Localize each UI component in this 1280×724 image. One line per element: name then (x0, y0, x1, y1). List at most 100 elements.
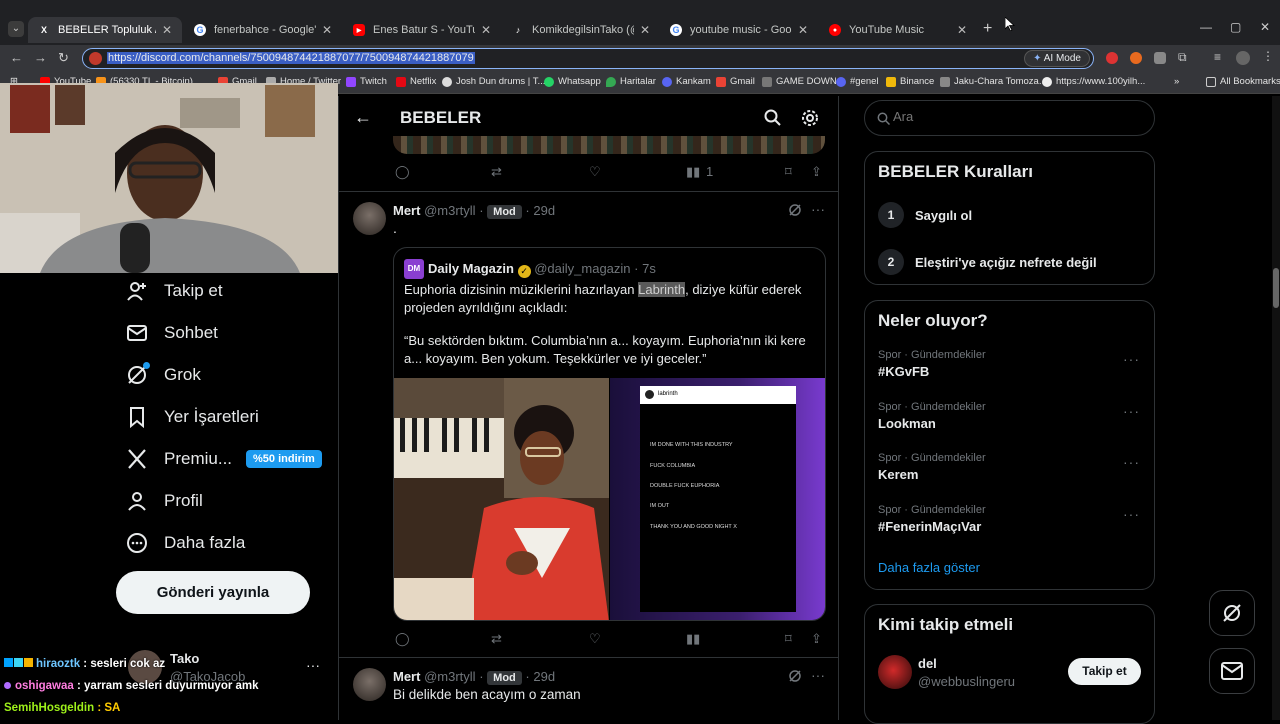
bookmark-action-icon[interactable]: ⌑ (785, 631, 792, 647)
forward-icon[interactable]: → (34, 50, 47, 65)
minimize-button[interactable]: — (1200, 20, 1212, 34)
suggested-user-name[interactable]: del (918, 656, 937, 671)
show-more-link[interactable]: Daha fazla göster (878, 560, 980, 575)
labrinth-tweet-screenshot[interactable]: labrinth IM DONE WITH THIS INDUSTRY FUCK… (610, 378, 825, 620)
author-avatar[interactable] (353, 668, 386, 701)
search-input[interactable] (893, 109, 1133, 124)
floating-messages-button[interactable] (1209, 648, 1255, 694)
follow-button[interactable]: Takip et (1068, 658, 1141, 685)
bookmark-item[interactable]: Netflix (396, 76, 436, 87)
bookmark-item[interactable]: #genel (836, 76, 879, 87)
bookmark-item[interactable]: Twitch (346, 76, 387, 87)
reply-icon[interactable]: ◯ (395, 164, 410, 180)
trend-more-icon[interactable]: ··· (1123, 506, 1140, 522)
settings-gear-icon[interactable] (801, 109, 819, 132)
reply-icon[interactable]: ◯ (395, 631, 410, 647)
suggested-user-avatar[interactable] (878, 655, 912, 689)
bookmark-item[interactable]: Kankam (662, 76, 711, 87)
tab-youtube-music-search[interactable]: G youtube music - Google'da Ara ✕ (660, 17, 818, 43)
trend-more-icon[interactable]: ··· (1123, 351, 1140, 367)
reload-icon[interactable]: ↻ (58, 50, 69, 66)
views-icon[interactable]: ▮▮ (686, 631, 700, 647)
author-name[interactable]: Mert (393, 669, 420, 684)
bookmark-item[interactable]: Gmail (716, 76, 755, 87)
close-tab-icon[interactable]: ✕ (640, 23, 650, 37)
nav-sohbet[interactable]: Sohbet (126, 322, 218, 344)
nav-yer-isaretleri[interactable]: Yer İşaretleri (126, 406, 259, 428)
bookmark-item[interactable]: Binance (886, 76, 934, 87)
tab-search-icon[interactable]: ⌄ (8, 21, 24, 37)
close-tab-icon[interactable]: ✕ (162, 23, 172, 37)
media-icon[interactable]: ≡ (1214, 50, 1221, 64)
menu-icon[interactable]: ⋮ (1262, 49, 1274, 63)
bookmark-item[interactable]: Jaku-Chara Tomoza... (940, 76, 1047, 87)
author-avatar[interactable] (353, 202, 386, 235)
author-handle[interactable]: @m3rtyll (424, 203, 475, 218)
post-button[interactable]: Gönderi yayınla (116, 571, 310, 614)
search-box[interactable] (864, 100, 1155, 136)
grok-action-icon[interactable] (788, 669, 802, 688)
extension-icon[interactable] (1130, 52, 1142, 64)
bookmark-item[interactable]: GAME DOWN (762, 76, 837, 87)
close-tab-icon[interactable]: ✕ (322, 23, 332, 37)
post-time[interactable]: 29d (533, 203, 555, 218)
trend-more-icon[interactable]: ··· (1123, 454, 1140, 470)
bookmarks-overflow-icon[interactable]: » (1174, 76, 1179, 87)
nav-daha-fazla[interactable]: Daha fazla (126, 532, 245, 554)
tab-fenerbahce[interactable]: G fenerbahce - Google'da Ara ✕ (184, 17, 342, 43)
account-more-icon[interactable]: ··· (306, 657, 320, 673)
extension-icon[interactable] (1106, 52, 1118, 64)
url-text[interactable]: https://discord.com/channels/75009487442… (107, 52, 475, 64)
ai-mode-button[interactable]: ✦ AI Mode (1024, 50, 1090, 67)
rule-text[interactable]: Eleştiri'ye açığız nefrete değil (915, 255, 1097, 270)
post-more-icon[interactable]: ··· (811, 201, 825, 217)
trend-item[interactable]: Spor · Gündemdekiler Lookman (878, 401, 986, 431)
tab-enes-batur[interactable]: ▶ Enes Batur S - YouTube ✕ (343, 17, 501, 43)
like-icon[interactable]: ♡ (589, 164, 601, 180)
grok-action-icon[interactable] (788, 203, 802, 222)
bookmark-action-icon[interactable]: ⌑ (785, 164, 792, 180)
like-icon[interactable]: ♡ (589, 631, 601, 647)
post-more-icon[interactable]: ··· (811, 667, 825, 683)
back-icon[interactable]: ← (10, 50, 23, 65)
close-window-button[interactable]: ✕ (1260, 20, 1270, 34)
labrinth-photo[interactable] (394, 378, 609, 620)
repost-icon[interactable]: ⇄ (491, 164, 502, 180)
maximize-button[interactable]: ▢ (1230, 20, 1241, 34)
back-arrow-icon[interactable]: ← (354, 107, 372, 128)
bookmark-item[interactable]: Haritalar (606, 76, 656, 87)
address-bar[interactable]: https://discord.com/channels/75009487442… (82, 48, 1094, 69)
bookmark-item[interactable]: Whatsapp (544, 76, 601, 87)
previous-post-image[interactable] (393, 136, 825, 154)
views-icon[interactable]: ▮▮ (686, 164, 700, 180)
floating-grok-button[interactable] (1209, 590, 1255, 636)
nav-takip-et[interactable]: Takip et (126, 280, 223, 302)
site-info-icon[interactable] (89, 52, 102, 65)
new-tab-button[interactable]: + (983, 20, 992, 38)
extension-icon[interactable] (1154, 52, 1166, 64)
close-tab-icon[interactable]: ✕ (957, 23, 967, 37)
tab-youtube-music[interactable]: ● YouTube Music ✕ (819, 17, 977, 43)
bookmark-item[interactable]: https://www.100yilh... (1042, 76, 1145, 87)
profile-avatar[interactable] (1236, 51, 1250, 65)
post-time[interactable]: 29d (533, 669, 555, 684)
close-tab-icon[interactable]: ✕ (481, 23, 491, 37)
close-tab-icon[interactable]: ✕ (798, 23, 808, 37)
repost-icon[interactable]: ⇄ (491, 631, 502, 647)
trend-more-icon[interactable]: ··· (1123, 403, 1140, 419)
tab-tiktok[interactable]: ♪ KomikdegilsinTako (@jacob.tal... ✕ (502, 17, 660, 43)
nav-grok[interactable]: Grok (126, 362, 201, 386)
page-scrollbar[interactable] (1272, 96, 1280, 720)
share-icon[interactable]: ⇪ (811, 164, 822, 180)
search-icon[interactable] (764, 109, 781, 131)
author-handle[interactable]: @m3rtyll (424, 669, 475, 684)
rule-text[interactable]: Saygılı ol (915, 208, 972, 223)
quoted-post[interactable]: DM Daily Magazin ✓ @daily_magazin · 7s E… (393, 247, 826, 621)
tab-bebeler[interactable]: X BEBELER Topluluk / X ✕ (28, 17, 182, 43)
scrollbar-thumb[interactable] (1273, 268, 1279, 308)
trend-item[interactable]: Spor · Gündemdekiler #FenerinMaçıVar (878, 504, 986, 534)
share-icon[interactable]: ⇪ (811, 631, 822, 647)
all-bookmarks[interactable]: All Bookmarks (1206, 76, 1280, 87)
author-name[interactable]: Mert (393, 203, 420, 218)
trend-item[interactable]: Spor · Gündemdekiler Kerem (878, 452, 986, 482)
